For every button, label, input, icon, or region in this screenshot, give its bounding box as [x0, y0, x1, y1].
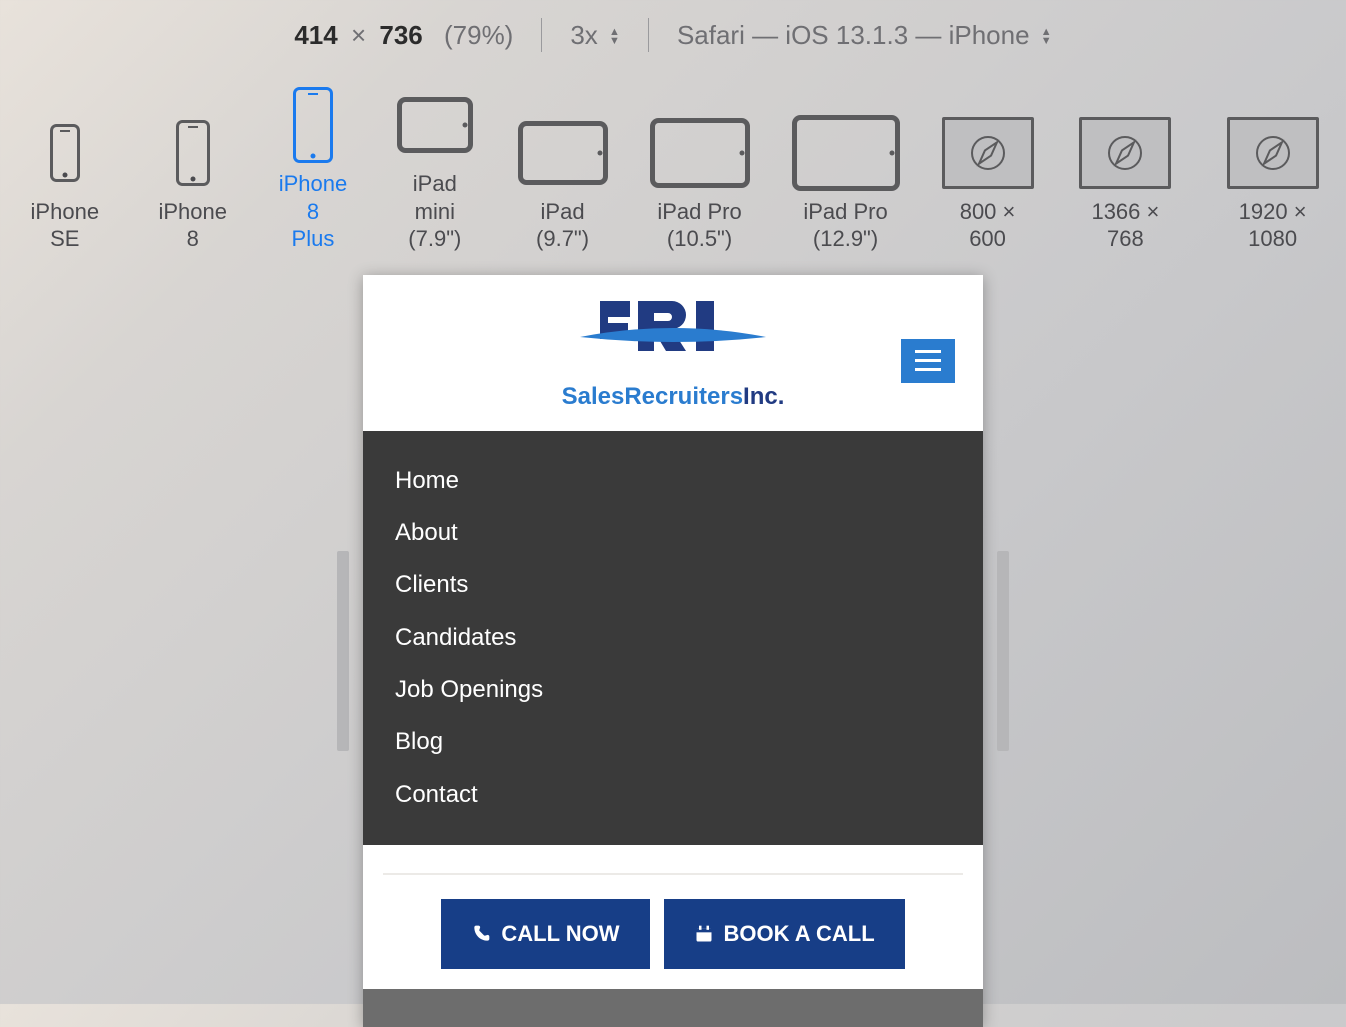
divider	[383, 873, 963, 875]
device-sublabel: (10.5")	[667, 225, 732, 253]
nav-item-contact[interactable]: Contact	[395, 769, 951, 821]
device-sublabel: (12.9")	[813, 225, 878, 253]
device-label: iPhone 8	[274, 170, 352, 225]
phone-icon	[50, 108, 80, 198]
device-label: 1920 × 1080	[1217, 198, 1328, 253]
browser-window-icon	[942, 108, 1034, 198]
separator	[648, 18, 649, 52]
device-label: iPad Pro	[657, 198, 741, 226]
phone-icon	[293, 80, 333, 170]
tablet-icon	[792, 108, 900, 198]
device-res-1920[interactable]: 1920 × 1080	[1217, 108, 1328, 253]
device-sublabel: Plus	[292, 225, 335, 253]
nav-item-candidates[interactable]: Candidates	[395, 612, 951, 664]
device-label: iPhone SE	[18, 198, 112, 253]
nav-item-about[interactable]: About	[395, 507, 951, 559]
stepper-icon: ▲▼	[609, 28, 620, 46]
device-ipad[interactable]: iPad(9.7")	[518, 108, 608, 253]
nav-item-home[interactable]: Home	[395, 455, 951, 507]
device-sublabel: (9.7")	[536, 225, 589, 253]
responsive-viewport: SalesRecruitersInc. HomeAboutClientsCand…	[363, 275, 983, 1027]
logo-mark	[578, 301, 768, 379]
site-logo[interactable]: SalesRecruitersInc.	[562, 301, 785, 411]
tablet-icon	[518, 108, 608, 198]
device-sublabel: (7.9")	[408, 225, 461, 253]
device-res-1366[interactable]: 1366 × 768	[1076, 108, 1176, 253]
viewport-size[interactable]: 414 × 736 (79%)	[294, 20, 513, 51]
phone-icon	[471, 924, 491, 944]
stepper-icon: ▲▼	[1041, 28, 1052, 46]
device-label: iPad mini	[394, 170, 475, 225]
logo-text: SalesRecruitersInc.	[562, 383, 785, 411]
hamburger-icon	[915, 350, 941, 353]
device-label: 800 × 600	[942, 198, 1034, 253]
device-picker: iPhone SEiPhone 8iPhone 8PlusiPad mini(7…	[0, 80, 1346, 253]
separator	[541, 18, 542, 52]
resize-handle-right[interactable]	[997, 551, 1009, 751]
menu-toggle-button[interactable]	[901, 339, 955, 383]
tablet-icon	[650, 108, 750, 198]
device-iphone-8-plus[interactable]: iPhone 8Plus	[274, 80, 352, 253]
browser-window-icon	[1227, 108, 1319, 198]
nav-item-blog[interactable]: Blog	[395, 716, 951, 768]
resize-handle-left[interactable]	[337, 551, 349, 751]
tablet-icon	[397, 80, 473, 170]
nav-item-job-openings[interactable]: Job Openings	[395, 664, 951, 716]
site-header: SalesRecruitersInc.	[363, 275, 983, 431]
responsive-mode-infobar: 414 × 736 (79%) 3x ▲▼ Safari — iOS 13.1.…	[0, 0, 1346, 52]
device-label: 1366 × 768	[1076, 198, 1176, 253]
pixel-ratio-selector[interactable]: 3x ▲▼	[570, 20, 620, 51]
book-call-button[interactable]: BOOK A CALL	[664, 899, 905, 969]
site-footer	[363, 989, 983, 1027]
device-ipad-mini[interactable]: iPad mini(7.9")	[394, 80, 475, 253]
call-now-button[interactable]: CALL NOW	[441, 899, 649, 969]
nav-item-clients[interactable]: Clients	[395, 559, 951, 611]
cta-row: CALL NOW BOOK A CALL	[363, 899, 983, 989]
phone-icon	[176, 108, 210, 198]
device-ipad-pro-10[interactable]: iPad Pro(10.5")	[650, 108, 750, 253]
device-label: iPhone 8	[154, 198, 232, 253]
device-iphone-8[interactable]: iPhone 8	[154, 108, 232, 253]
device-iphone-se[interactable]: iPhone SE	[18, 108, 112, 253]
calendar-icon	[694, 924, 714, 944]
device-label: iPad Pro	[803, 198, 887, 226]
device-label: iPad	[541, 198, 585, 226]
user-agent-selector[interactable]: Safari — iOS 13.1.3 — iPhone ▲▼	[677, 20, 1052, 51]
preview-frame: SalesRecruitersInc. HomeAboutClientsCand…	[323, 275, 1023, 1027]
browser-window-icon	[1079, 108, 1171, 198]
device-res-800[interactable]: 800 × 600	[942, 108, 1034, 253]
mobile-nav-menu: HomeAboutClientsCandidatesJob OpeningsBl…	[363, 431, 983, 846]
device-ipad-pro-12[interactable]: iPad Pro(12.9")	[792, 108, 900, 253]
